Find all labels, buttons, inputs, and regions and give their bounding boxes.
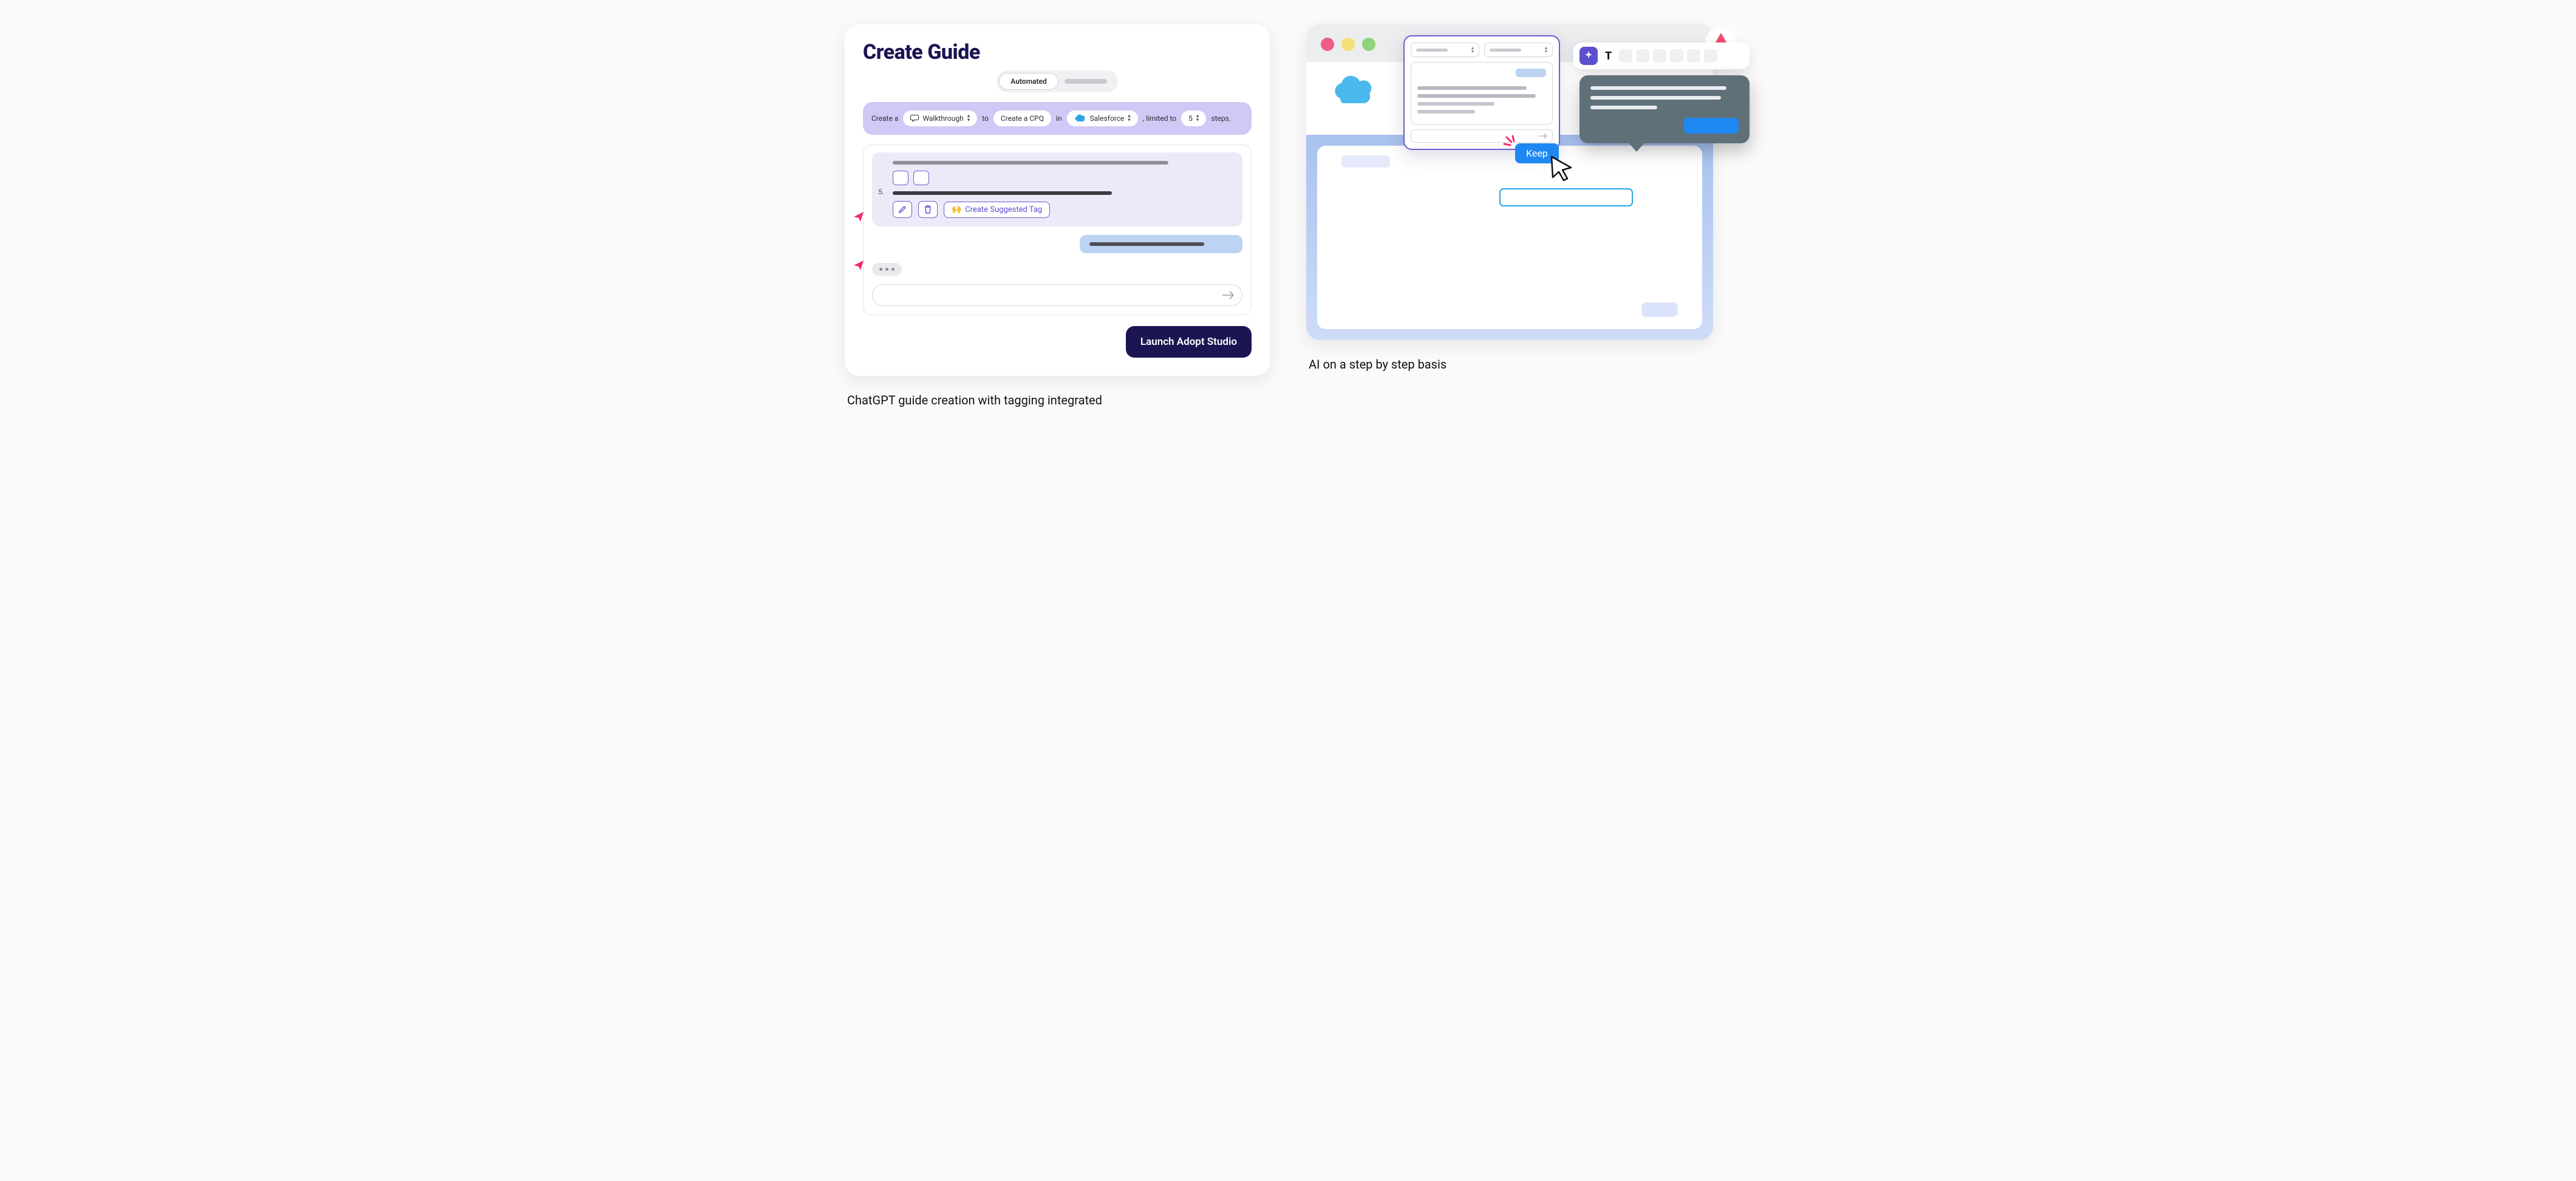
arrow-right-icon: [1222, 291, 1235, 299]
traffic-light-red-icon: [1321, 38, 1334, 51]
step-tooltip: [1579, 75, 1750, 143]
chevron-updown-icon: ▴▾: [1471, 46, 1474, 53]
launch-studio-button[interactable]: Launch Adopt Studio: [1126, 326, 1252, 358]
ai-select[interactable]: ▴▾: [1484, 43, 1553, 57]
toolbar-item[interactable]: [1704, 49, 1717, 63]
placeholder-line: [1590, 86, 1726, 90]
chevron-updown-icon: ▴▾: [967, 114, 970, 123]
toolbar-item[interactable]: [1670, 49, 1683, 63]
mode-automated[interactable]: Automated: [999, 73, 1058, 90]
thumb-option[interactable]: [893, 171, 908, 185]
chip-walkthrough[interactable]: Walkthrough ▴▾: [903, 111, 977, 126]
chevron-updown-icon: ▴▾: [1128, 114, 1131, 123]
app-card: [1317, 146, 1702, 329]
placeholder-line: [1490, 49, 1521, 52]
mode-toggle: Automated: [863, 70, 1252, 92]
traffic-light-yellow-icon: [1341, 38, 1355, 51]
salesforce-icon: [1074, 114, 1086, 123]
placeholder-line: [1417, 94, 1536, 98]
placeholder-line: [1416, 49, 1448, 52]
sparkle-icon: [1584, 51, 1593, 61]
chevron-updown-icon: ▴▾: [1196, 114, 1199, 123]
keep-label: Keep: [1526, 148, 1548, 159]
thumb-option[interactable]: [913, 171, 929, 185]
sb-text-steps: steps.: [1211, 114, 1231, 123]
sb-text-create: Create a: [871, 114, 898, 123]
chip-app[interactable]: Salesforce ▴▾: [1067, 111, 1138, 126]
toolbar-item[interactable]: [1687, 49, 1700, 63]
create-tag-button[interactable]: 🙌 Create Suggested Tag: [944, 202, 1050, 218]
tooltip-caret-icon: [1628, 142, 1645, 152]
chip-steps-value: 5: [1188, 114, 1193, 123]
arrow-right-icon: [1539, 133, 1547, 139]
assistant-step-bubble: 5. 🙌 Create Suggested Tag: [872, 152, 1242, 226]
editor-toolbar: T: [1573, 43, 1750, 69]
placeholder-pill: [1341, 155, 1390, 168]
edit-button[interactable]: [893, 201, 912, 218]
placeholder-pill: [1641, 302, 1678, 317]
chat-bubble-icon: [910, 115, 919, 122]
chevron-updown-icon: ▴▾: [1545, 46, 1547, 53]
ai-step-card: T ▴▾: [1306, 24, 1731, 340]
sentence-builder: Create a Walkthrough ▴▾ to Create a CPQ …: [863, 102, 1252, 135]
typing-indicator: [872, 263, 902, 276]
user-reply-bubble: [1080, 235, 1242, 253]
ai-body: [1411, 62, 1553, 124]
right-caption: AI on a step by step basis: [1306, 357, 1731, 372]
placeholder-line: [1417, 110, 1475, 114]
traffic-lights: [1321, 38, 1375, 51]
dot-icon: [891, 268, 894, 271]
create-tag-label: Create Suggested Tag: [965, 205, 1042, 214]
dot-icon: [885, 268, 888, 271]
delete-button[interactable]: [918, 201, 938, 218]
chip-action-label: Create a CPQ: [1001, 114, 1044, 123]
traffic-light-green-icon: [1362, 38, 1375, 51]
cursor-icon: [1548, 154, 1576, 182]
tooltip-cta-button[interactable]: [1684, 118, 1739, 134]
toolbar-item[interactable]: [1653, 49, 1666, 63]
chip-walkthrough-label: Walkthrough: [922, 114, 963, 123]
ai-select[interactable]: ▴▾: [1411, 43, 1479, 57]
paperplane-icon: [854, 212, 864, 222]
placeholder-line: [893, 191, 1112, 195]
ai-tag-chip[interactable]: [1516, 69, 1546, 77]
chip-action[interactable]: Create a CPQ: [993, 111, 1051, 126]
text-tool-button[interactable]: T: [1601, 50, 1615, 63]
sparkle-hands-icon: 🙌: [952, 205, 961, 214]
sb-text-limited: , limited to: [1143, 114, 1176, 123]
placeholder-line: [1089, 242, 1204, 246]
toolbar-item[interactable]: [1619, 49, 1632, 63]
mode-alt-placeholder[interactable]: [1065, 79, 1107, 84]
step-number: 5.: [872, 188, 884, 196]
chip-steps[interactable]: 5 ▴▾: [1181, 111, 1206, 126]
create-guide-title: Create Guide: [863, 40, 1252, 64]
dot-icon: [879, 268, 882, 271]
placeholder-line: [893, 161, 1168, 165]
toolbar-item[interactable]: [1636, 49, 1649, 63]
salesforce-cloud-icon: [1331, 73, 1378, 104]
pencil-icon: [898, 205, 907, 214]
launch-studio-label: Launch Adopt Studio: [1140, 336, 1237, 348]
sb-text-to: to: [982, 114, 989, 123]
placeholder-line: [1590, 106, 1657, 109]
trash-icon: [924, 205, 932, 214]
create-guide-card: Create Guide Automated Create a Walkthro…: [845, 24, 1270, 376]
chip-app-label: Salesforce: [1090, 114, 1125, 123]
ai-suggestion-popup: ▴▾ ▴▾: [1403, 35, 1560, 150]
placeholder-line: [1417, 102, 1494, 106]
app-body: [1306, 135, 1713, 340]
highlighted-field[interactable]: [1499, 188, 1633, 206]
left-caption: ChatGPT guide creation with tagging inte…: [845, 393, 1270, 407]
placeholder-line: [1590, 96, 1721, 100]
paperplane-icon: [854, 260, 864, 270]
chat-composer[interactable]: [872, 284, 1242, 306]
ai-sparkle-button[interactable]: [1579, 47, 1598, 65]
placeholder-line: [1417, 86, 1527, 90]
ai-composer[interactable]: [1411, 129, 1553, 143]
chat-area: 5. 🙌 Create Suggested Tag: [863, 145, 1252, 315]
mode-pill-group[interactable]: Automated: [997, 70, 1117, 92]
sb-text-in: in: [1056, 114, 1062, 123]
